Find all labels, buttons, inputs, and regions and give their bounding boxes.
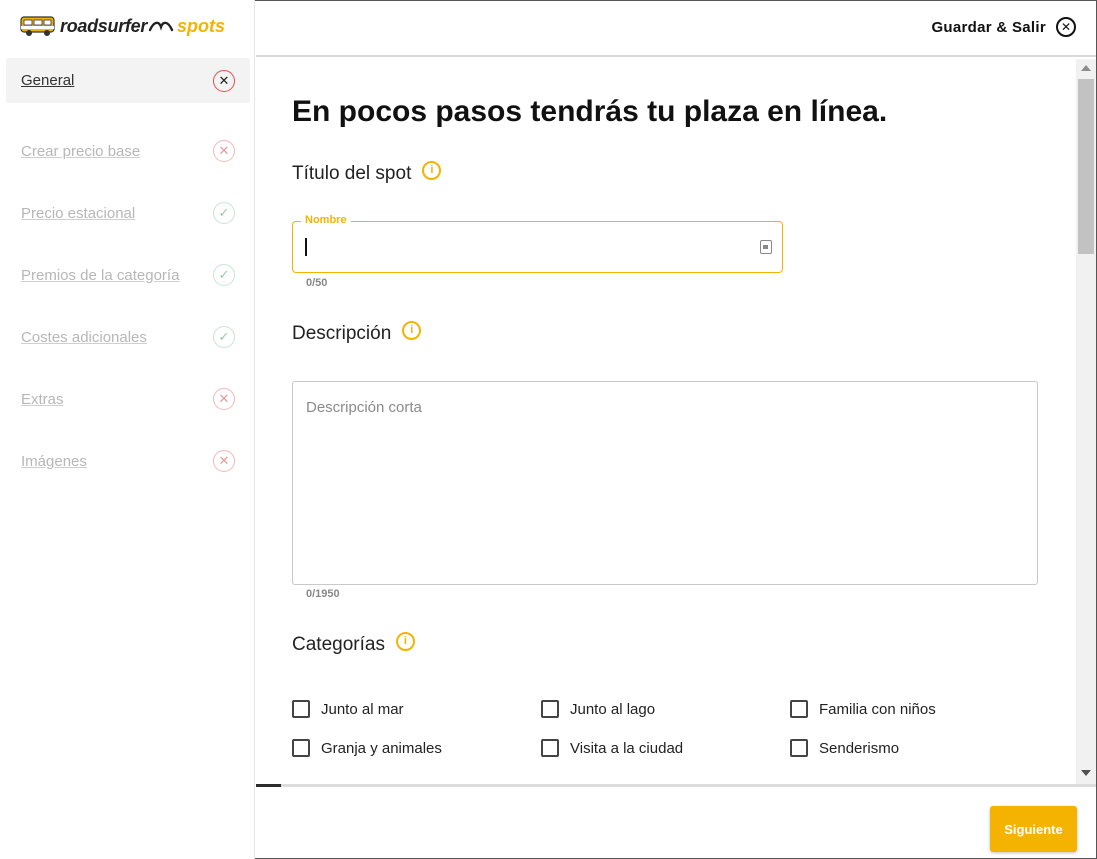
sidebar-item-extras[interactable]: Extras ✕ (6, 368, 250, 430)
checkbox-label: Granja y animales (321, 739, 442, 757)
sidebar-item-general[interactable]: General ✕ (6, 58, 250, 103)
incomplete-x-icon: ✕ (213, 69, 235, 92)
wave-icon (148, 21, 174, 32)
title-section-label: Título del spot (292, 163, 412, 184)
footer-bar: Siguiente (256, 787, 1096, 858)
incomplete-x-icon: ✕ (213, 140, 235, 162)
description-section-label: Descripción (292, 323, 392, 344)
spot-name-input[interactable]: Nombre (292, 214, 783, 273)
description-section-heading: Descripción i (292, 320, 422, 345)
van-icon (20, 16, 55, 36)
description-placeholder: Descripción corta (306, 399, 422, 416)
scroll-down-arrow-icon[interactable] (1081, 770, 1091, 776)
categories-section-label: Categorías (292, 634, 385, 655)
text-cursor (305, 238, 307, 256)
checkbox-box[interactable] (292, 739, 310, 757)
save-exit-label: Guardar & Salir (931, 18, 1046, 36)
info-icon[interactable]: i (395, 631, 415, 651)
info-icon[interactable]: i (422, 160, 442, 180)
category-checkbox[interactable]: Junto al lago (541, 700, 655, 718)
checkbox-label: Senderismo (819, 739, 900, 757)
description-char-counter: 0/1950 (306, 588, 340, 600)
name-field-legend: Nombre (301, 214, 351, 226)
sidebar-item-label: Precio estacional (21, 204, 136, 222)
sidebar-item-imagenes[interactable]: Imágenes ✕ (6, 430, 250, 492)
sidebar-item-label: Extras (21, 390, 64, 408)
step-nav: General ✕ Crear precio base ✕ Precio est… (6, 58, 250, 492)
incomplete-x-icon: ✕ (213, 450, 235, 472)
brand-product: spots (177, 15, 226, 36)
sidebar-item-premios-categoria[interactable]: Premios de la categoría ✓ (6, 244, 250, 306)
sidebar-item-label: Imágenes (21, 452, 87, 470)
next-button[interactable]: Siguiente (990, 806, 1077, 852)
close-circle-icon: ✕ (1056, 17, 1076, 37)
complete-check-icon: ✓ (213, 264, 235, 286)
checkbox-box[interactable] (790, 739, 808, 757)
category-checkbox[interactable]: Visita a la ciudad (541, 739, 683, 757)
sidebar-item-precio-estacional[interactable]: Precio estacional ✓ (6, 182, 250, 244)
sidebar-item-label: Costes adicionales (21, 328, 147, 346)
categories-section-heading: Categorías i (292, 631, 415, 656)
checkbox-box[interactable] (541, 739, 559, 757)
vertical-scrollbar[interactable] (1076, 59, 1096, 784)
top-bar: Guardar & Salir ✕ (256, 0, 1096, 57)
page-title: En pocos pasos tendrás tu plaza en línea… (292, 95, 888, 128)
sidebar-item-costes-adicionales[interactable]: Costes adicionales ✓ (6, 306, 250, 368)
sidebar-item-crear-precio-base[interactable]: Crear precio base ✕ (6, 120, 250, 182)
save-exit-button[interactable]: Guardar & Salir ✕ (931, 14, 1076, 40)
brand-logo[interactable]: roadsurfer spots (20, 12, 225, 40)
complete-check-icon: ✓ (213, 326, 235, 348)
category-checkbox[interactable]: Granja y animales (292, 739, 442, 757)
autofill-icon[interactable] (760, 240, 772, 254)
brand-word: roadsurfer (60, 15, 148, 36)
category-checkbox[interactable]: Senderismo (790, 739, 899, 757)
scroll-up-arrow-icon[interactable] (1081, 65, 1091, 71)
checkbox-label: Familia con niños (819, 700, 936, 718)
name-char-counter: 0/50 (306, 277, 328, 289)
info-icon[interactable]: i (402, 320, 422, 340)
incomplete-x-icon: ✕ (213, 388, 235, 410)
checkbox-box[interactable] (541, 700, 559, 718)
sidebar-item-label: General (21, 72, 75, 89)
sidebar: roadsurfer spots General ✕ Crear precio … (0, 0, 255, 859)
category-checkbox[interactable]: Familia con niños (790, 700, 936, 718)
checkbox-box[interactable] (790, 700, 808, 718)
main-content: En pocos pasos tendrás tu plaza en línea… (256, 59, 1076, 784)
checkbox-box[interactable] (292, 700, 310, 718)
checkbox-label: Junto al lago (570, 700, 656, 718)
complete-check-icon: ✓ (213, 202, 235, 224)
checkbox-label: Visita a la ciudad (570, 739, 684, 757)
sidebar-item-label: Crear precio base (21, 142, 141, 160)
title-section-heading: Título del spot i (292, 160, 442, 185)
description-textarea[interactable]: Descripción corta (292, 381, 1038, 585)
sidebar-item-label: Premios de la categoría (21, 266, 180, 284)
category-checkbox[interactable]: Junto al mar (292, 700, 404, 718)
checkbox-label: Junto al mar (321, 700, 404, 718)
scrollbar-thumb[interactable] (1078, 79, 1094, 254)
